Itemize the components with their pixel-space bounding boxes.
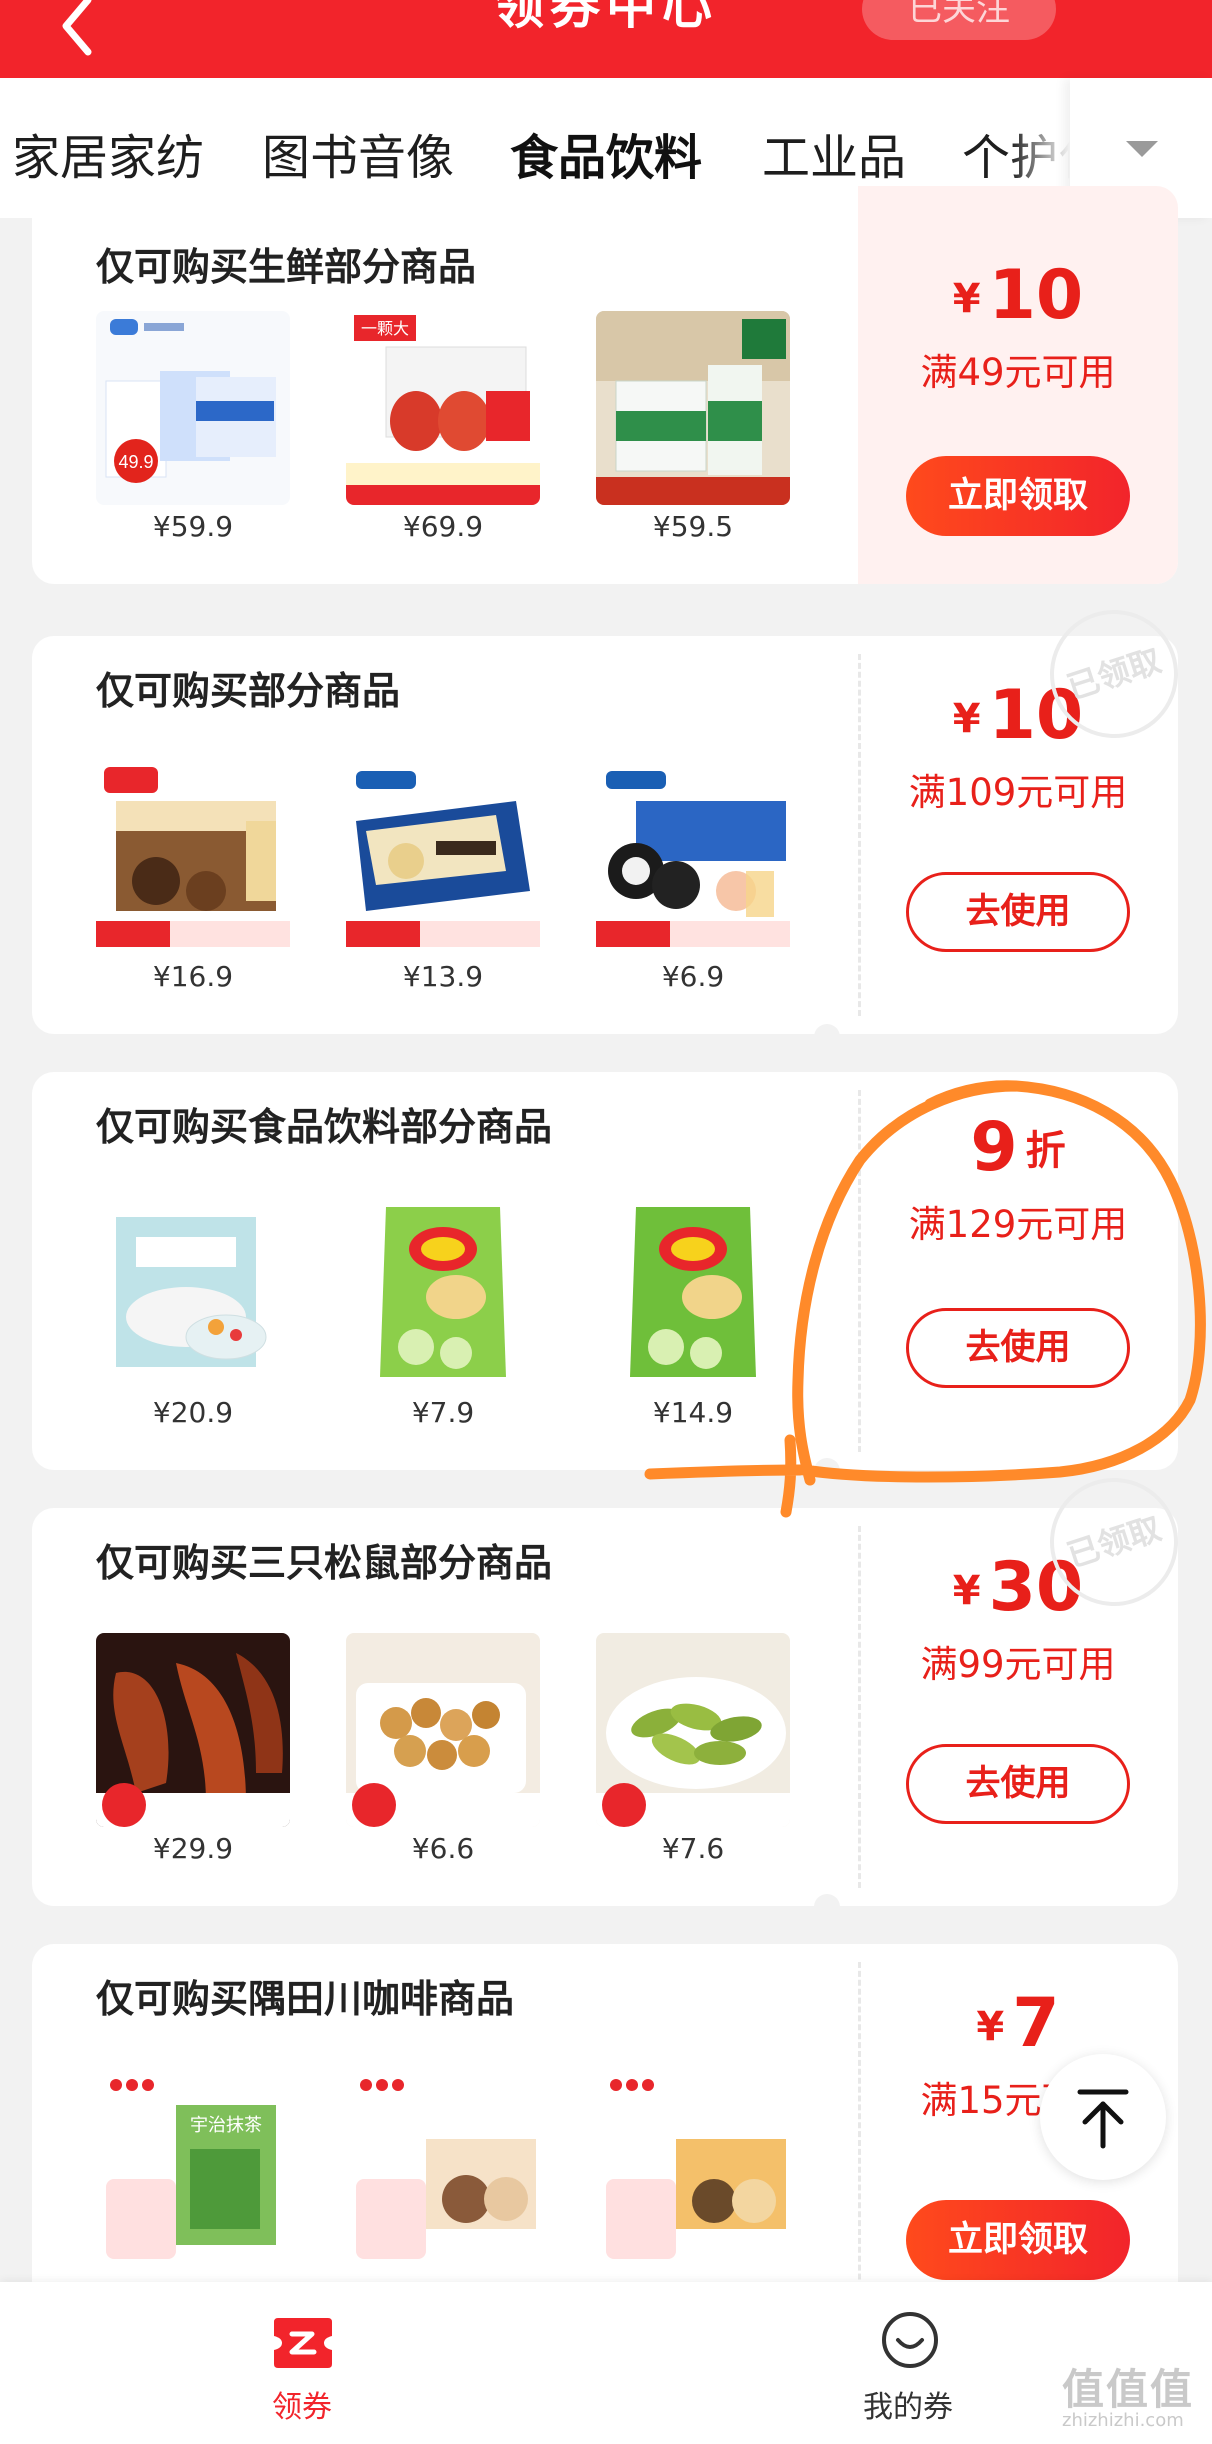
product-image[interactable] [596, 2069, 790, 2279]
coupon-scope-title: 仅可购买三只松鼠部分商品 [96, 1541, 553, 1585]
product-price: ¥7.9 [411, 1396, 475, 1429]
product-image[interactable] [346, 1633, 540, 1827]
product-image[interactable] [346, 761, 540, 955]
product-price: ¥16.9 [152, 960, 234, 993]
coupon-amount: ¥7 [858, 1984, 1178, 2063]
product-price: ¥59.5 [652, 510, 734, 543]
claim-coupon-button[interactable]: 立即领取 [906, 2200, 1130, 2280]
product-price: ¥59.9 [152, 510, 234, 543]
product-price: ¥6.6 [411, 1832, 475, 1865]
product-image[interactable] [96, 761, 290, 955]
product-price: ¥14.9 [652, 1396, 734, 1429]
currency-symbol: ¥ [952, 696, 981, 742]
amount-value: 10 [988, 256, 1084, 335]
coupon-condition: 满49元可用 [920, 351, 1116, 394]
smile-face-icon [882, 2312, 938, 2368]
coupon-condition: 满129元可用 [908, 1203, 1128, 1246]
product-image[interactable] [596, 1197, 790, 1391]
product-image[interactable]: 49.9 [96, 311, 290, 505]
coupon-card: 仅可购买三只松鼠部分商品 ¥29.9 ¥6.6 ¥7.6 ¥30 满99元可用 … [32, 1508, 1178, 1906]
product-image[interactable] [346, 2069, 540, 2279]
perforation-notch [814, 590, 840, 616]
coupon-condition: 满99元可用 [920, 1643, 1116, 1686]
coupon-scope-title: 仅可购买隅田川咖啡商品 [96, 1977, 515, 2021]
amount-value: 9 [970, 1108, 1018, 1187]
product-price: ¥29.9 [152, 1832, 234, 1865]
product-price: ¥13.9 [402, 960, 484, 993]
product-image[interactable] [346, 1197, 540, 1391]
coupon-scope-title: 仅可购买生鲜部分商品 [96, 245, 477, 289]
perforation-notch [814, 1458, 840, 1484]
svg-text:一颗大: 一颗大 [361, 320, 409, 338]
nav-coupons-label: 领券 [272, 2390, 332, 2425]
claim-coupon-button[interactable]: 立即领取 [906, 456, 1130, 536]
nav-coupons[interactable]: 领券 [202, 2282, 402, 2444]
product-image[interactable] [96, 1197, 290, 1391]
bottom-nav: 领券 我的券 [0, 2282, 1212, 2444]
currency-symbol: ¥ [952, 276, 981, 322]
currency-symbol: ¥ [952, 1568, 981, 1614]
site-watermark: 值值值 [1062, 2365, 1195, 2414]
svg-text:49.9: 49.9 [118, 452, 153, 472]
product-image[interactable]: 宇治抹茶 [96, 2069, 290, 2279]
coupon-amount: 9折 [858, 1108, 1178, 1187]
tab-books-media[interactable]: 图书音像 [262, 118, 454, 188]
site-watermark-url: zhizhizhi.com [1062, 2410, 1184, 2431]
product-image[interactable] [596, 761, 790, 955]
arrow-up-icon [1077, 2089, 1129, 2149]
product-price: ¥6.9 [661, 960, 725, 993]
coupon-card: 仅可购买部分商品 ¥16.9 ¥13.9 ¥6.9 ¥10 满109元可用 去使… [32, 636, 1178, 1034]
perforation-notch [814, 1894, 840, 1920]
product-price: ¥20.9 [152, 1396, 234, 1429]
coupon-scope-title: 仅可购买部分商品 [96, 669, 401, 713]
nav-my-coupons[interactable]: 我的券 [808, 2282, 1008, 2444]
product-price: ¥7.6 [661, 1832, 725, 1865]
perforation-notch [814, 1024, 840, 1050]
follow-button[interactable]: 已关注 [862, 0, 1056, 40]
product-price: ¥69.9 [402, 510, 484, 543]
coupon-card: 仅可购买食品饮料部分商品 ¥20.9 ¥7.9 ¥14.9 9折 满129元可用… [32, 1072, 1178, 1470]
product-image[interactable] [596, 311, 790, 505]
scroll-to-top-button[interactable] [1040, 2054, 1166, 2180]
use-coupon-button[interactable]: 去使用 [906, 1308, 1130, 1388]
header-bar: 领券中心 已关注 [0, 0, 1212, 78]
product-image[interactable] [96, 1633, 290, 1827]
tab-industrial[interactable]: 工业品 [762, 118, 906, 188]
tab-home-textiles[interactable]: 家居家纺 [12, 118, 204, 188]
chevron-down-icon [1126, 141, 1158, 157]
use-coupon-button[interactable]: 去使用 [906, 872, 1130, 952]
product-label: 宇治抹茶 [190, 2115, 262, 2135]
use-coupon-button[interactable]: 去使用 [906, 1744, 1130, 1824]
nav-my-coupons-label: 我的券 [863, 2390, 953, 2425]
product-image[interactable]: 一颗大 [346, 311, 540, 505]
coupon-scope-title: 仅可购买食品饮料部分商品 [96, 1105, 553, 1149]
coupon-condition: 满109元可用 [908, 771, 1128, 814]
coupon-card: 仅可购买生鲜部分商品 49.9 ¥59.9 一颗大 ¥69.9 ¥59.5 ¥1… [32, 186, 1178, 584]
coupon-ticket-icon [274, 2318, 332, 2368]
coupon-amount: ¥10 [858, 256, 1178, 335]
currency-symbol: ¥ [976, 2004, 1005, 2050]
product-image[interactable] [596, 1633, 790, 1827]
tab-food-beverage[interactable]: 食品饮料 [510, 118, 702, 188]
discount-suffix: 折 [1025, 1128, 1066, 1174]
amount-value: 7 [1012, 1984, 1060, 2063]
